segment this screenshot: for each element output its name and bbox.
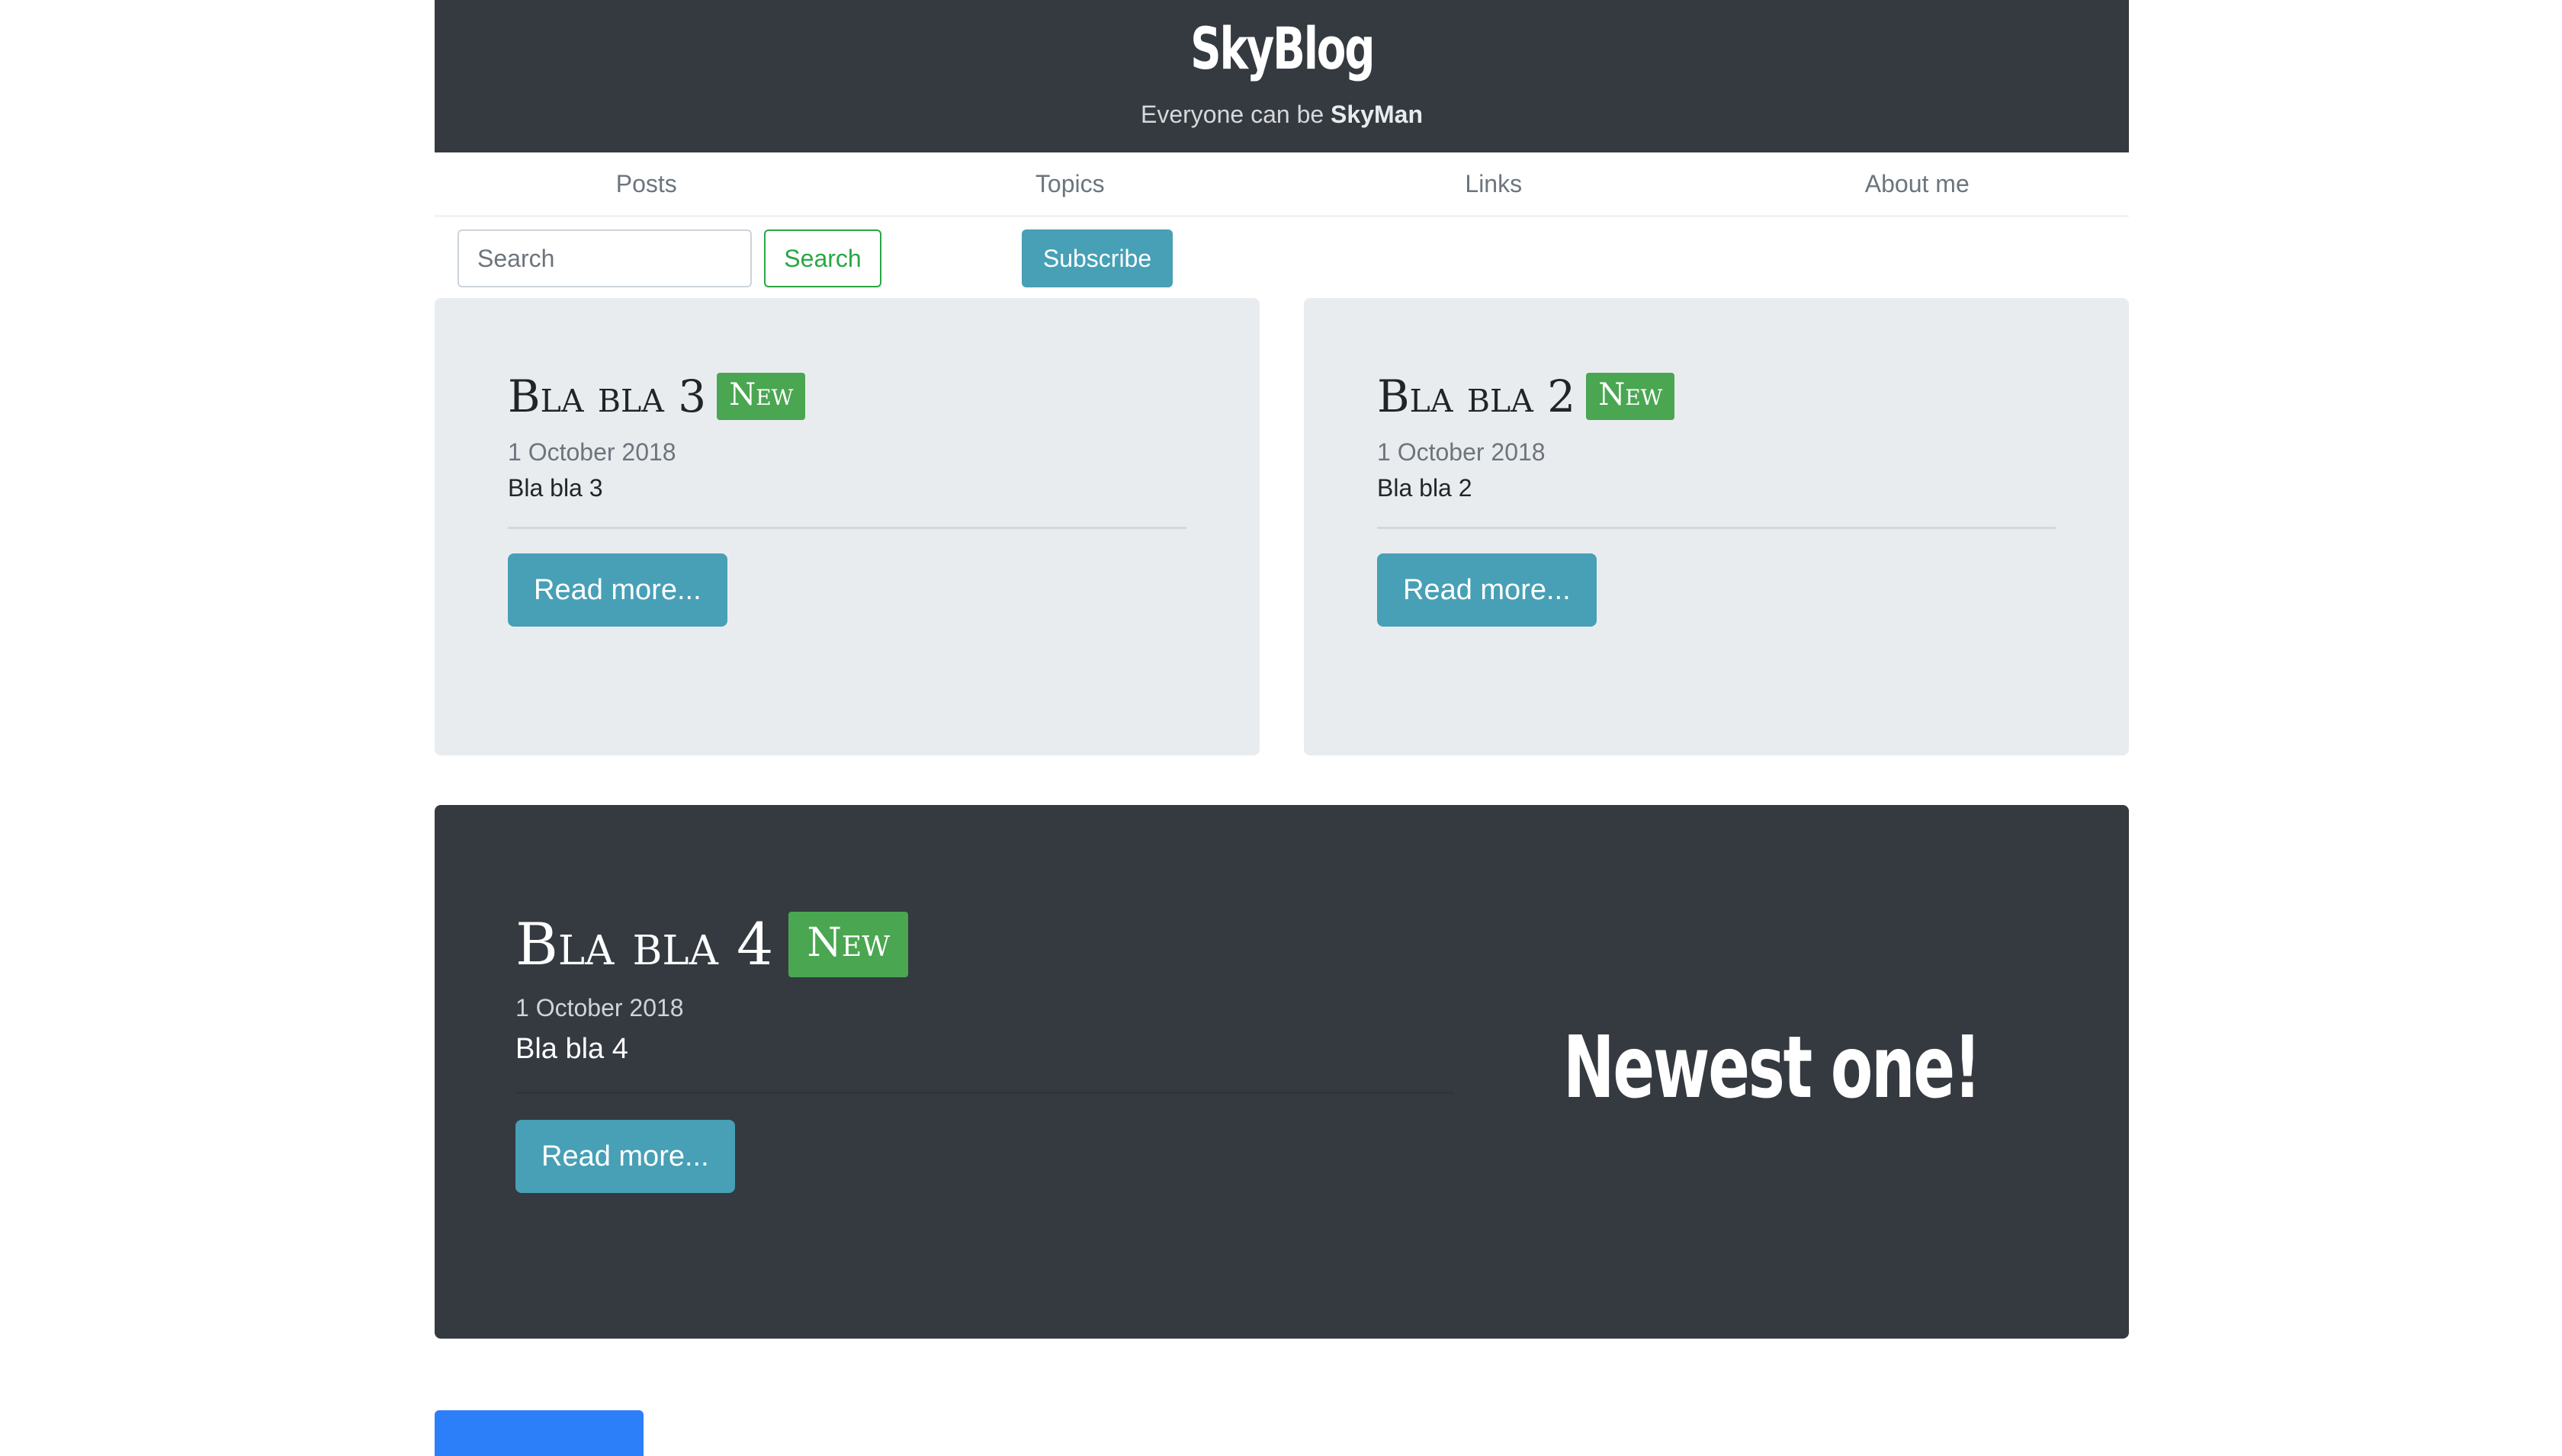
tagline-name: SkyMan (1331, 101, 1423, 128)
post-card: Bla bla 3 New 1 October 2018 Bla bla 3 R… (435, 298, 1260, 755)
featured-post-title-text[interactable]: Bla bla 4 (515, 910, 773, 979)
post-title-text[interactable]: Bla bla 3 (508, 370, 706, 423)
featured-post-date: 1 October 2018 (515, 994, 684, 1021)
post-title-text[interactable]: Bla bla 2 (1377, 370, 1575, 423)
new-badge: New (1586, 373, 1675, 420)
featured-post-title[interactable]: Bla bla 4 New (515, 910, 1453, 979)
page-container: SkyBlog Everyone can be SkyMan Posts Top… (435, 0, 2129, 1456)
read-more-button[interactable]: Read more... (508, 553, 727, 627)
featured-post-content: Bla bla 4 New 1 October 2018 Bla bla 4 R… (515, 910, 1453, 1193)
post-title[interactable]: Bla bla 2 New (1377, 370, 2056, 423)
search-input[interactable] (458, 229, 752, 287)
new-badge: New (717, 373, 806, 420)
site-header: SkyBlog Everyone can be SkyMan (435, 0, 2129, 152)
search-button[interactable]: Search (764, 229, 881, 287)
main-nav: Posts Topics Links About me (435, 152, 2129, 217)
post-excerpt: Bla bla 2 (1377, 474, 1472, 502)
post-date: 1 October 2018 (508, 438, 676, 466)
divider (1377, 527, 2056, 529)
featured-post: Bla bla 4 New 1 October 2018 Bla bla 4 R… (435, 805, 2129, 1339)
subscribe-button[interactable]: Subscribe (1022, 229, 1173, 287)
post-title[interactable]: Bla bla 3 New (508, 370, 1186, 423)
new-badge: New (788, 912, 909, 977)
divider (515, 1092, 1453, 1094)
tagline-prefix: Everyone can be (1141, 101, 1324, 128)
post-cards: Bla bla 3 New 1 October 2018 Bla bla 3 R… (435, 298, 2129, 755)
nav-item-posts[interactable]: Posts (435, 170, 859, 198)
toolbar: Search Subscribe (435, 217, 2129, 298)
post-date: 1 October 2018 (1377, 438, 1546, 466)
post-card: Bla bla 2 New 1 October 2018 Bla bla 2 R… (1304, 298, 2129, 755)
nav-item-topics[interactable]: Topics (859, 170, 1283, 198)
divider (508, 527, 1186, 529)
nav-item-about-me[interactable]: About me (1706, 170, 2130, 198)
featured-read-more-button[interactable]: Read more... (515, 1120, 735, 1193)
nav-item-links[interactable]: Links (1282, 170, 1706, 198)
bottom-partial-button[interactable] (435, 1410, 644, 1456)
site-brand[interactable]: SkyBlog (1190, 0, 1375, 85)
read-more-button[interactable]: Read more... (1377, 553, 1597, 627)
featured-post-excerpt: Bla bla 4 (515, 1033, 628, 1065)
post-excerpt: Bla bla 3 (508, 474, 603, 502)
site-tagline: Everyone can be SkyMan (435, 101, 2129, 129)
newest-headline: Newest one! (1563, 1018, 1982, 1118)
